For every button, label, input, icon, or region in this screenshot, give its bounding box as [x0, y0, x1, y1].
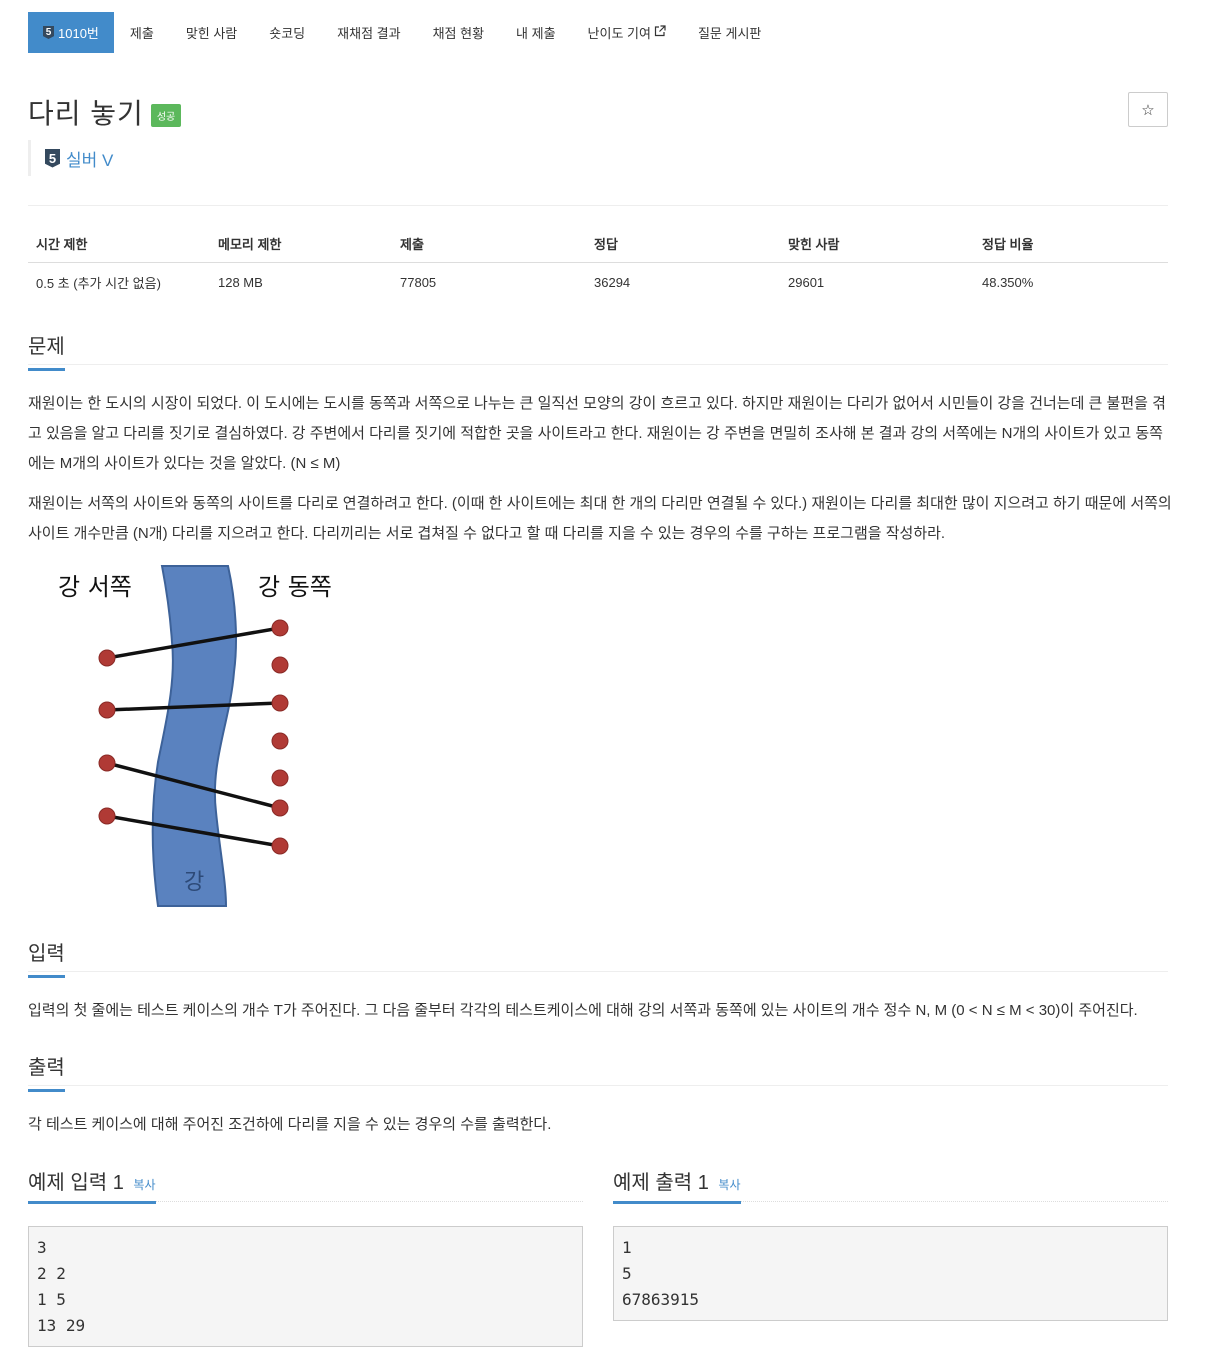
tab-submit[interactable]: 제출: [114, 12, 170, 53]
tab-solved-users[interactable]: 맞힌 사람: [170, 12, 253, 53]
favorite-star-button[interactable]: ☆: [1128, 92, 1168, 127]
site-dot: [271, 656, 289, 674]
output-description: 각 테스트 케이스에 대해 주어진 조건하에 다리를 지을 수 있는 경우의 수…: [28, 1116, 552, 1133]
site-dot: [271, 732, 289, 750]
tier-badge-icon: 5: [43, 26, 54, 39]
tab-problem[interactable]: 5 1010번: [28, 12, 114, 53]
site-dot: [271, 769, 289, 787]
table-row: 0.5 초 (추가 시간 없음) 128 MB 77805 36294 2960…: [28, 263, 1168, 303]
memory-limit-value: 128 MB: [218, 275, 263, 290]
problem-info-table: 시간 제한 메모리 제한 제출 정답 맞힌 사람 정답 비율 0.5 초 (추가…: [28, 224, 1168, 302]
external-link-icon: [654, 25, 666, 40]
east-label: 강 동쪽: [258, 573, 332, 601]
output-heading: 출력: [28, 1051, 65, 1092]
site-dot: [98, 754, 116, 772]
west-sites: [98, 649, 116, 825]
copy-output-button[interactable]: 복사: [718, 1178, 740, 1192]
divider: [28, 205, 1168, 206]
tab-difficulty-contribution[interactable]: 난이도 기여: [572, 12, 682, 53]
problem-nav-tabs: 5 1010번 제출 맞힌 사람 숏코딩 재채점 결과 채점 현황 내 제출 난…: [28, 12, 777, 53]
solved-users-value: 29601: [788, 275, 825, 290]
sample-input-heading: 예제 입력 1 복사: [28, 1166, 156, 1204]
sample-input-title: 예제 입력 1: [28, 1172, 124, 1194]
header-submissions: 제출: [392, 224, 586, 263]
tab-short-coding[interactable]: 숏코딩: [253, 12, 321, 53]
tier-block: 5 실버 V: [28, 140, 113, 176]
problem-description-1: 재원이는 한 도시의 시장이 되었다. 이 도시에는 도시를 동쪽과 서쪽으로 …: [28, 395, 1166, 472]
title-row: 다리 놓기 성공: [28, 92, 182, 132]
tab-my-submissions[interactable]: 내 제출: [500, 12, 572, 53]
tab-rejudge-results[interactable]: 재채점 결과: [321, 12, 416, 53]
sample-output-heading: 예제 출력 1 복사: [613, 1166, 741, 1204]
river-shape: [151, 565, 237, 907]
site-dot: [271, 799, 289, 817]
problem-description-2: 재원이는 서쪽의 사이트와 동쪽의 사이트를 다리로 연결하려고 한다. (이때…: [28, 495, 1172, 542]
page-title: 다리 놓기: [28, 98, 144, 129]
accept-rate-value: 48.350%: [982, 275, 1034, 290]
river-label: 강: [184, 870, 204, 895]
accepted-value: 36294: [594, 275, 631, 290]
site-dot: [271, 837, 289, 855]
bridge-diagram: 강 서쪽 강 동쪽 강: [40, 562, 360, 912]
header-time-limit: 시간 제한: [28, 224, 210, 263]
tab-label: 난이도 기여: [587, 26, 651, 41]
header-memory-limit: 메모리 제한: [210, 224, 392, 263]
tier-icon: 5: [45, 148, 60, 168]
site-dot: [271, 694, 289, 712]
sample-output-title: 예제 출력 1: [613, 1172, 709, 1194]
section-divider: [28, 1085, 1168, 1086]
west-label: 강 서쪽: [58, 573, 132, 601]
header-accept-rate: 정답 비율: [974, 224, 1168, 263]
time-limit-value: 0.5 초 (추가 시간 없음): [36, 276, 161, 291]
star-icon: ☆: [1141, 101, 1155, 119]
sample-input-box: 3 2 2 1 5 13 29: [28, 1226, 583, 1347]
tab-label: 1010번: [58, 26, 99, 41]
tab-question-board[interactable]: 질문 게시판: [682, 12, 777, 53]
east-sites: [271, 619, 289, 855]
section-divider: [28, 971, 1168, 972]
input-description: 입력의 첫 줄에는 테스트 케이스의 개수 T가 주어진다. 그 다음 줄부터 …: [28, 1002, 1138, 1019]
site-dot: [271, 619, 289, 637]
tier-link[interactable]: 실버 V: [66, 146, 113, 171]
header-solved-users: 맞힌 사람: [780, 224, 974, 263]
copy-input-button[interactable]: 복사: [133, 1178, 155, 1192]
status-badge: 성공: [150, 103, 182, 127]
submissions-value: 77805: [400, 275, 437, 290]
site-dot: [98, 649, 116, 667]
site-dot: [98, 807, 116, 825]
header-accepted: 정답: [586, 224, 780, 263]
tab-judge-status[interactable]: 채점 현황: [417, 12, 500, 53]
sample-output-box: 1 5 67863915: [613, 1226, 1168, 1321]
problem-heading: 문제: [28, 330, 65, 371]
site-dot: [98, 701, 116, 719]
section-divider: [28, 364, 1168, 365]
input-heading: 입력: [28, 937, 65, 978]
